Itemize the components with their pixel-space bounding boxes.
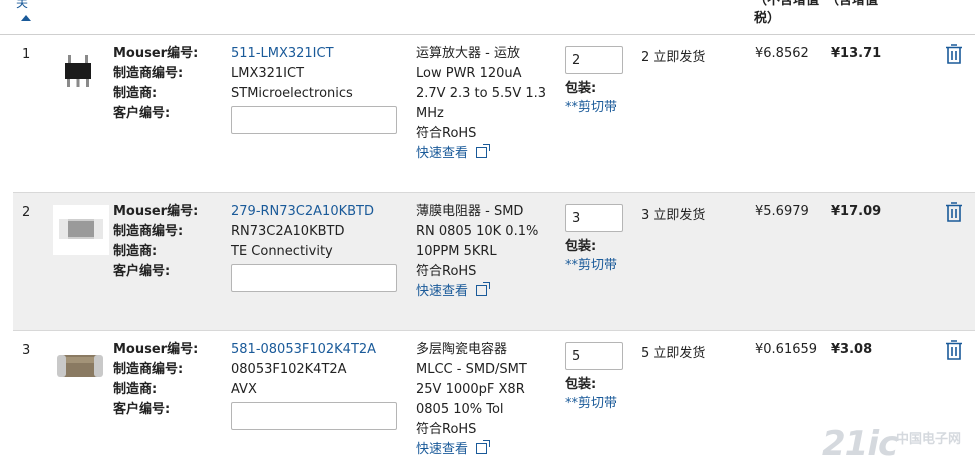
manufacturer: STMicroelectronics: [231, 86, 353, 101]
mfr-part-no: 08053F102K4T2A: [231, 362, 347, 377]
desc-line: 多层陶瓷电容器: [416, 342, 508, 357]
desc-line: 25V 1000pF X8R: [416, 382, 525, 397]
product-image: [53, 205, 109, 255]
package-link[interactable]: **剪切带: [565, 258, 617, 273]
package: 包装: **剪切带: [565, 79, 617, 117]
extended-price: ¥17.09: [831, 204, 882, 219]
watermark-subtext: 中国电子网: [896, 432, 962, 447]
extended-price: ¥3.08: [831, 342, 873, 357]
quick-view-label: 快速查看: [416, 284, 469, 299]
manufacturer: TE Connectivity: [231, 244, 333, 259]
external-link-icon: [476, 440, 491, 454]
customer-no-input[interactable]: [231, 106, 397, 134]
part-values: 511-LMX321ICT LMX321ICT STMicroelectroni…: [231, 44, 397, 134]
desc-line: MLCC - SMD/SMT: [416, 362, 527, 377]
table-row: 2 Mouser编号: 制造商编号: 制造商: 客户编号: 279-RN73C2…: [13, 193, 975, 331]
desc-line: Low PWR 120uA: [416, 66, 522, 81]
unit-price: ¥6.8562: [755, 46, 809, 61]
sort-label: 关: [16, 0, 29, 10]
quantity-input[interactable]: 3: [565, 204, 623, 232]
customer-no-label: 客户编号:: [113, 402, 171, 417]
rohs-status: 符合RoHS: [416, 264, 477, 279]
desc-line: 2.7V 2.3 to 5.5V 1.3: [416, 86, 547, 101]
mfr-no-label: 制造商编号:: [113, 224, 184, 239]
mfr-part-no: LMX321ICT: [231, 66, 305, 81]
mouser-no-label: Mouser编号:: [113, 46, 199, 61]
delete-icon[interactable]: [945, 43, 963, 65]
external-link-icon: [476, 144, 491, 158]
customer-no-label: 客户编号:: [113, 106, 171, 121]
mouser-part-link[interactable]: 279-RN73C2A10KBTD: [231, 204, 374, 219]
desc-line: 薄膜电阻器 - SMD: [416, 204, 524, 219]
package: 包装: **剪切带: [565, 375, 617, 413]
sort-asc-icon: [21, 15, 31, 21]
part-values: 279-RN73C2A10KBTD RN73C2A10KBTD TE Conne…: [231, 202, 397, 292]
quick-view-link[interactable]: 快速查看: [416, 144, 556, 164]
unit-price-header: （不含增值 税）: [754, 0, 820, 26]
desc-line: 运算放大器 - 运放: [416, 46, 520, 61]
mouser-part-link[interactable]: 511-LMX321ICT: [231, 46, 334, 61]
mouser-part-link[interactable]: 581-08053F102K4T2A: [231, 342, 376, 357]
part-labels: Mouser编号: 制造商编号: 制造商: 客户编号:: [113, 340, 198, 420]
package-link[interactable]: **剪切带: [565, 396, 617, 411]
product-image: [53, 341, 109, 391]
table-header: 关 （不含增值 税） （含增值: [0, 0, 975, 35]
customer-no-input[interactable]: [231, 402, 397, 430]
customer-no-label: 客户编号:: [113, 264, 171, 279]
mfr-no-label: 制造商编号:: [113, 66, 184, 81]
package-link[interactable]: **剪切带: [565, 100, 617, 115]
part-labels: Mouser编号: 制造商编号: 制造商: 客户编号:: [113, 44, 198, 124]
mfr-label: 制造商:: [113, 382, 158, 397]
extended-price: ¥13.71: [831, 46, 882, 61]
mouser-no-label: Mouser编号:: [113, 204, 199, 219]
unit-price: ¥5.6979: [755, 204, 809, 219]
delete-icon[interactable]: [945, 339, 963, 361]
rohs-status: 符合RoHS: [416, 422, 477, 437]
package: 包装: **剪切带: [565, 237, 617, 275]
mouser-no-label: Mouser编号:: [113, 342, 199, 357]
mfr-label: 制造商:: [113, 86, 158, 101]
unit-price: ¥0.61659: [755, 342, 818, 357]
availability: 3 立即发货: [641, 208, 706, 223]
desc-line: 10PPM 5KRL: [416, 244, 497, 259]
quick-view-label: 快速查看: [416, 146, 469, 161]
quick-view-label: 快速查看: [416, 442, 469, 457]
availability: 2 立即发货: [641, 50, 706, 65]
quantity-input[interactable]: 2: [565, 46, 623, 74]
sort-toggle[interactable]: 关: [16, 0, 31, 21]
description: 薄膜电阻器 - SMD RN 0805 10K 0.1% 10PPM 5KRL …: [416, 202, 556, 302]
mfr-no-label: 制造商编号:: [113, 362, 184, 377]
external-link-icon: [476, 282, 491, 296]
table-row: 1 Mouser编号: 制造商编号: 制造商: 客户编号: 511-LMX321…: [13, 35, 975, 193]
package-label: 包装:: [565, 81, 597, 96]
quantity-input[interactable]: 5: [565, 342, 623, 370]
desc-line: MHz: [416, 106, 444, 121]
delete-icon[interactable]: [945, 201, 963, 223]
row-index: 1: [22, 47, 31, 62]
package-label: 包装:: [565, 377, 597, 392]
manufacturer: AVX: [231, 382, 257, 397]
package-label: 包装:: [565, 239, 597, 254]
product-image: [53, 49, 109, 99]
mfr-label: 制造商:: [113, 244, 158, 259]
description: 多层陶瓷电容器 MLCC - SMD/SMT 25V 1000pF X8R 08…: [416, 340, 556, 460]
part-labels: Mouser编号: 制造商编号: 制造商: 客户编号:: [113, 202, 198, 282]
ext-price-header: （含增值: [826, 0, 879, 8]
availability: 5 立即发货: [641, 346, 706, 361]
customer-no-input[interactable]: [231, 264, 397, 292]
desc-line: RN 0805 10K 0.1%: [416, 224, 539, 239]
row-index: 2: [22, 205, 31, 220]
quick-view-link[interactable]: 快速查看: [416, 440, 556, 460]
rohs-status: 符合RoHS: [416, 126, 477, 141]
mfr-part-no: RN73C2A10KBTD: [231, 224, 345, 239]
part-values: 581-08053F102K4T2A 08053F102K4T2A AVX: [231, 340, 397, 430]
quick-view-link[interactable]: 快速查看: [416, 282, 556, 302]
row-index: 3: [22, 343, 31, 358]
watermark-logo: 21ic: [822, 424, 898, 464]
desc-line: 0805 10% Tol: [416, 402, 504, 417]
description: 运算放大器 - 运放 Low PWR 120uA 2.7V 2.3 to 5.5…: [416, 44, 556, 164]
